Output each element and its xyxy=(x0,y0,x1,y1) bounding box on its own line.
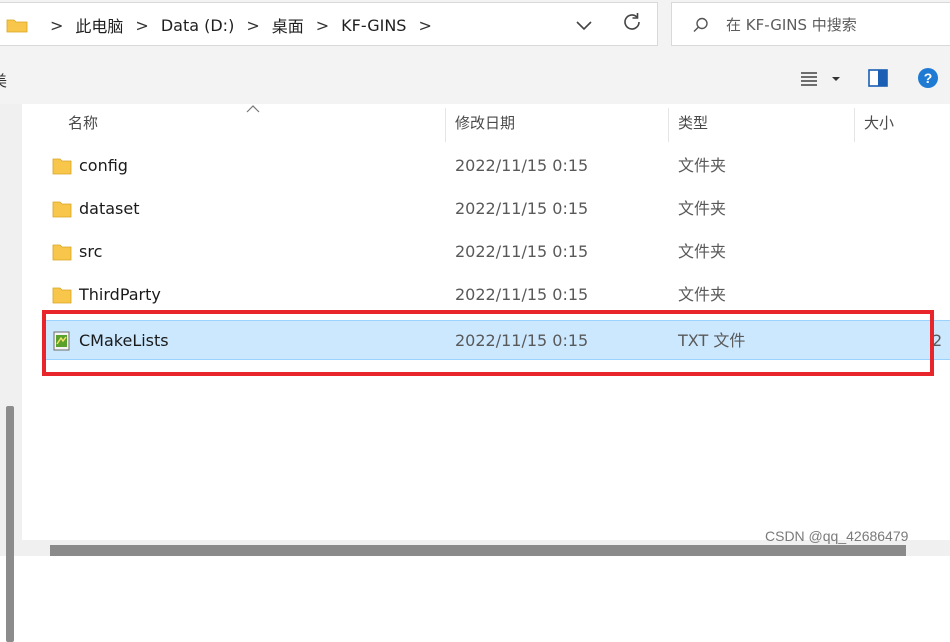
breadcrumb-separator[interactable]: > xyxy=(418,16,431,35)
file-row-thirdparty[interactable]: ThirdParty 2022/11/15 0:15 文件夹 xyxy=(42,275,950,315)
folder-icon xyxy=(6,19,28,33)
column-header-type[interactable]: 类型 xyxy=(678,104,708,142)
search-input[interactable] xyxy=(724,11,948,39)
breadcrumb-separator: > xyxy=(50,15,64,35)
search-box[interactable] xyxy=(671,2,950,46)
file-date: 2022/11/15 0:15 xyxy=(455,199,589,218)
clipped-toolbar-label[interactable]: 美 xyxy=(0,70,7,91)
breadcrumb-item-this-pc[interactable]: 此电脑 xyxy=(75,13,123,37)
breadcrumb-separator[interactable]: > xyxy=(316,16,329,35)
breadcrumb-separator[interactable]: > xyxy=(246,16,259,35)
column-header-date[interactable]: 修改日期 xyxy=(455,104,515,142)
file-row-src[interactable]: src 2022/11/15 0:15 文件夹 xyxy=(42,232,950,272)
folder-icon xyxy=(52,287,72,304)
caret-down-icon[interactable] xyxy=(830,69,842,87)
folder-icon xyxy=(52,201,72,218)
breadcrumb-item-drive[interactable]: Data (D:) xyxy=(161,16,234,35)
breadcrumb-item-desktop[interactable]: 桌面 xyxy=(272,13,304,37)
svg-text:?: ? xyxy=(924,70,933,86)
column-header-name[interactable]: 名称 xyxy=(68,104,98,142)
file-name: src xyxy=(79,242,103,261)
file-type: 文件夹 xyxy=(678,285,727,304)
column-header-size[interactable]: 大小 xyxy=(864,104,894,142)
refresh-icon[interactable] xyxy=(620,10,644,34)
file-type: 文件夹 xyxy=(678,156,727,175)
sort-ascending-icon xyxy=(246,105,260,113)
breadcrumb-item-kf-gins[interactable]: KF-GINS xyxy=(341,16,406,35)
preview-pane-icon[interactable] xyxy=(868,69,888,87)
column-divider[interactable] xyxy=(854,108,855,142)
navigation-scrollbar[interactable] xyxy=(6,406,14,642)
highlight-annotation xyxy=(42,310,934,376)
address-row: > 此电脑 > Data (D:) > 桌面 > KF-GINS > xyxy=(0,0,950,54)
file-name: ThirdParty xyxy=(79,285,161,304)
column-divider[interactable] xyxy=(668,108,669,142)
folder-icon xyxy=(52,244,72,261)
file-type: 文件夹 xyxy=(678,242,727,261)
details-view-icon[interactable] xyxy=(800,69,818,87)
breadcrumb: > 此电脑 > Data (D:) > 桌面 > KF-GINS > xyxy=(6,3,444,47)
horizontal-scrollbar-thumb[interactable] xyxy=(50,545,906,556)
search-icon xyxy=(693,17,708,32)
chevron-down-icon[interactable] xyxy=(572,13,596,37)
help-icon[interactable]: ? xyxy=(917,67,939,89)
file-name: config xyxy=(79,156,128,175)
column-headers: 名称 修改日期 类型 大小 xyxy=(22,104,950,142)
address-bar[interactable]: > 此电脑 > Data (D:) > 桌面 > KF-GINS > xyxy=(0,2,658,46)
file-date: 2022/11/15 0:15 xyxy=(455,242,589,261)
folder-icon xyxy=(52,158,72,175)
file-name: dataset xyxy=(79,199,140,218)
breadcrumb-separator[interactable]: > xyxy=(135,16,148,35)
file-row-config[interactable]: config 2022/11/15 0:15 文件夹 xyxy=(42,146,950,186)
file-date: 2022/11/15 0:15 xyxy=(455,156,589,175)
file-date: 2022/11/15 0:15 xyxy=(455,285,589,304)
command-bar: 美 ? xyxy=(0,54,950,104)
column-divider[interactable] xyxy=(445,108,446,142)
file-type: 文件夹 xyxy=(678,199,727,218)
navigation-pane xyxy=(0,104,22,642)
file-row-dataset[interactable]: dataset 2022/11/15 0:15 文件夹 xyxy=(42,189,950,229)
watermark: CSDN @qq_42686479 xyxy=(765,528,909,544)
